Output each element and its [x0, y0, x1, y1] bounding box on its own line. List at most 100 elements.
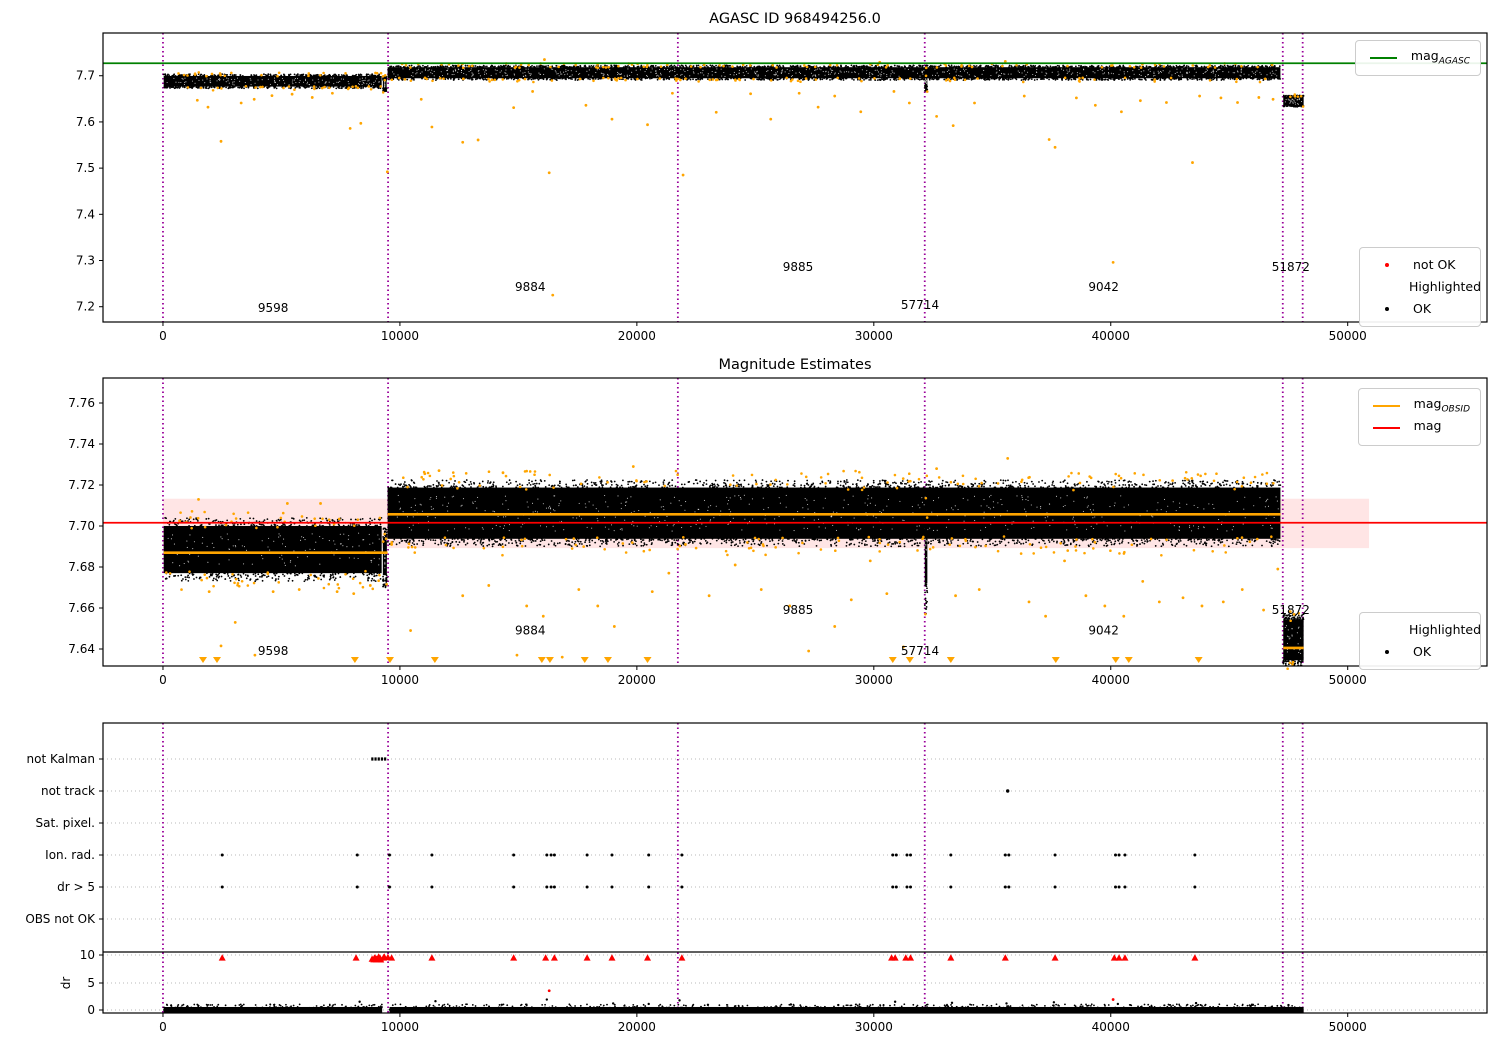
ok-point [1112, 78, 1115, 80]
band-texture [470, 68, 472, 70]
ok-point [538, 77, 541, 80]
ok-point [1015, 480, 1017, 483]
ok-point [792, 65, 795, 68]
ok-point [337, 572, 340, 575]
band-texture [430, 72, 432, 74]
ok-point [470, 483, 473, 485]
band-texture [1063, 69, 1065, 71]
ok-point [552, 77, 555, 80]
band-texture [961, 75, 963, 77]
band-texture [756, 70, 758, 72]
ok-point [227, 87, 230, 90]
ok-point [306, 578, 309, 581]
ok-point [247, 85, 250, 88]
band-texture [1269, 72, 1271, 74]
ok-point [478, 482, 481, 485]
highlighted-outlier-point [206, 105, 210, 109]
highlighted-point [1235, 80, 1238, 84]
band-texture [513, 73, 515, 75]
band-texture [359, 81, 361, 83]
band-texture [291, 81, 293, 83]
ok-point [310, 519, 313, 522]
highlighted-point [1289, 95, 1292, 99]
ok-point [482, 78, 485, 81]
band-texture [626, 74, 628, 76]
highlighted-point [908, 77, 912, 80]
ok-point [1145, 65, 1148, 68]
ok-point [369, 74, 371, 77]
highlighted-point [960, 64, 963, 67]
ok-point [433, 486, 435, 489]
highlighted-point [252, 581, 256, 585]
ok-point [820, 539, 823, 542]
band-texture [213, 546, 215, 549]
ok-point [680, 483, 683, 486]
ok-point [332, 86, 335, 88]
ok-point [1287, 94, 1290, 97]
ok-point [842, 79, 845, 81]
ok-point [351, 75, 354, 77]
ok-point [166, 74, 169, 77]
ok-point [579, 64, 582, 67]
ok-point [871, 538, 874, 540]
ok-point [696, 482, 699, 485]
ok-point [237, 86, 239, 89]
band-texture [1169, 70, 1171, 72]
ok-point [298, 572, 301, 575]
ok-point [576, 486, 579, 488]
ok-point [233, 85, 236, 88]
ok-point [628, 486, 630, 489]
ok-point [1004, 77, 1007, 80]
band-texture [966, 72, 969, 74]
band-texture [281, 543, 284, 545]
ok-point [988, 78, 991, 81]
band-texture [342, 545, 344, 547]
band-texture [617, 71, 619, 73]
ok-point [735, 481, 738, 484]
ok-point [482, 545, 485, 547]
ok-point [913, 481, 915, 484]
ok-point [260, 523, 263, 526]
ok-point [1054, 486, 1057, 489]
ok-point [901, 480, 904, 482]
band-texture [447, 68, 449, 70]
ok-point [1192, 484, 1195, 487]
band-texture [328, 81, 330, 83]
ok-point [861, 66, 864, 69]
highlighted-point [461, 77, 465, 81]
ok-point [816, 538, 819, 541]
band-texture [447, 73, 449, 75]
ok-point [1087, 544, 1090, 547]
band-texture [197, 555, 199, 557]
band-texture [1110, 72, 1112, 74]
ok-point [1118, 542, 1121, 545]
ok-point [180, 74, 183, 76]
highlighted-point [312, 85, 316, 88]
ok-point [689, 78, 692, 81]
ok-point [1229, 78, 1232, 80]
band-texture [872, 73, 874, 75]
ok-point [833, 542, 836, 545]
ok-point [1176, 542, 1178, 545]
ok-point [743, 541, 746, 544]
band-texture [715, 71, 717, 73]
ok-point [1187, 486, 1190, 488]
ok-point [1051, 482, 1054, 484]
ok-point [220, 575, 223, 578]
ok-point [539, 540, 542, 543]
highlighted-outlier-point [1191, 161, 1194, 164]
band-texture [818, 68, 820, 70]
ok-point [226, 74, 229, 76]
band-texture [1179, 71, 1181, 73]
band-texture [361, 80, 363, 82]
ok-point [304, 74, 307, 76]
ok-point [1036, 78, 1039, 81]
band-texture [810, 72, 812, 74]
highlighted-point [438, 76, 442, 80]
ok-point [907, 66, 910, 69]
band-texture [304, 79, 307, 82]
ok-point [349, 525, 352, 527]
ok-point [385, 77, 387, 79]
ok-point [953, 65, 956, 68]
highlighted-point [775, 66, 778, 69]
